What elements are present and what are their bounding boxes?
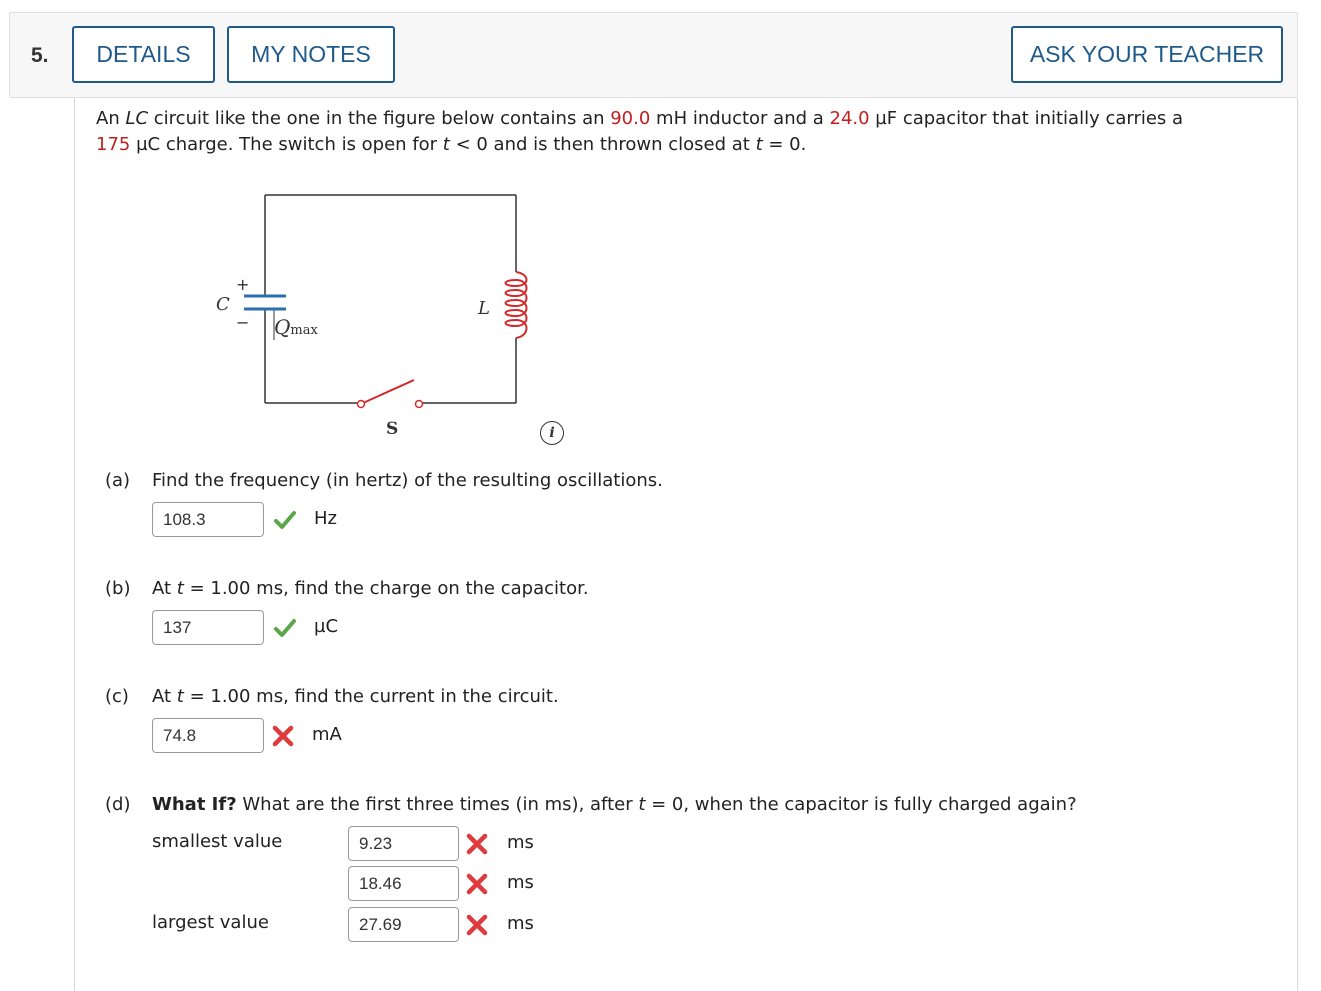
- x-icon: [466, 873, 488, 895]
- unit-d1: ms: [507, 832, 534, 853]
- switch: [356, 379, 424, 409]
- part-c-text: At t = 1.00 ms, find the current in the …: [152, 686, 559, 707]
- unit-b: µC: [314, 616, 339, 637]
- part-b-text: At t = 1.00 ms, find the charge on the c…: [152, 578, 589, 599]
- problem-statement: An LC circuit like the one in the figure…: [96, 108, 1184, 155]
- my-notes-button[interactable]: MY NOTES: [227, 26, 395, 83]
- answer-input-c[interactable]: 74.8: [152, 718, 264, 753]
- inductor-label: L: [477, 298, 490, 319]
- qmax-label: Qmax: [274, 315, 318, 339]
- question-number: 5.: [31, 44, 49, 67]
- answer-input-b[interactable]: 137: [152, 610, 264, 645]
- smallest-value-label: smallest value: [152, 831, 283, 852]
- plus-sign: +: [236, 275, 249, 294]
- answer-input-d3[interactable]: 27.69: [348, 907, 459, 942]
- minus-sign: −: [236, 313, 249, 332]
- unit-a: Hz: [314, 508, 337, 529]
- part-b-label: (b): [105, 578, 131, 599]
- check-icon: [274, 619, 296, 637]
- part-d-label: (d): [105, 794, 131, 815]
- x-icon: [466, 833, 488, 855]
- lc-circuit-figure: C + − Qmax L S: [216, 194, 528, 439]
- part-a-text: Find the frequency (in hertz) of the res…: [152, 470, 663, 491]
- inductance-value: 90.0: [610, 108, 651, 129]
- details-button[interactable]: DETAILS: [72, 26, 215, 83]
- capacitor-label: C: [216, 294, 230, 315]
- part-d-text: What If? What are the first three times …: [152, 794, 1077, 815]
- unit-d2: ms: [507, 872, 534, 893]
- answer-input-a[interactable]: 108.3: [152, 502, 264, 537]
- answer-input-d2[interactable]: 18.46: [348, 866, 459, 901]
- inductor-coil: [504, 271, 528, 339]
- check-icon: [274, 511, 296, 529]
- unit-c: mA: [312, 724, 342, 745]
- switch-label: S: [386, 419, 398, 439]
- capacitance-value: 24.0: [829, 108, 870, 129]
- ask-your-teacher-button[interactable]: ASK YOUR TEACHER: [1011, 26, 1283, 83]
- largest-value-label: largest value: [152, 912, 269, 933]
- info-icon[interactable]: i: [540, 421, 564, 445]
- charge-value: 175: [96, 134, 131, 155]
- answer-input-d1[interactable]: 9.23: [348, 826, 459, 861]
- x-icon: [466, 914, 488, 936]
- x-icon: [272, 725, 294, 747]
- part-c-label: (c): [105, 686, 129, 707]
- part-a-label: (a): [105, 470, 131, 491]
- unit-d3: ms: [507, 913, 534, 934]
